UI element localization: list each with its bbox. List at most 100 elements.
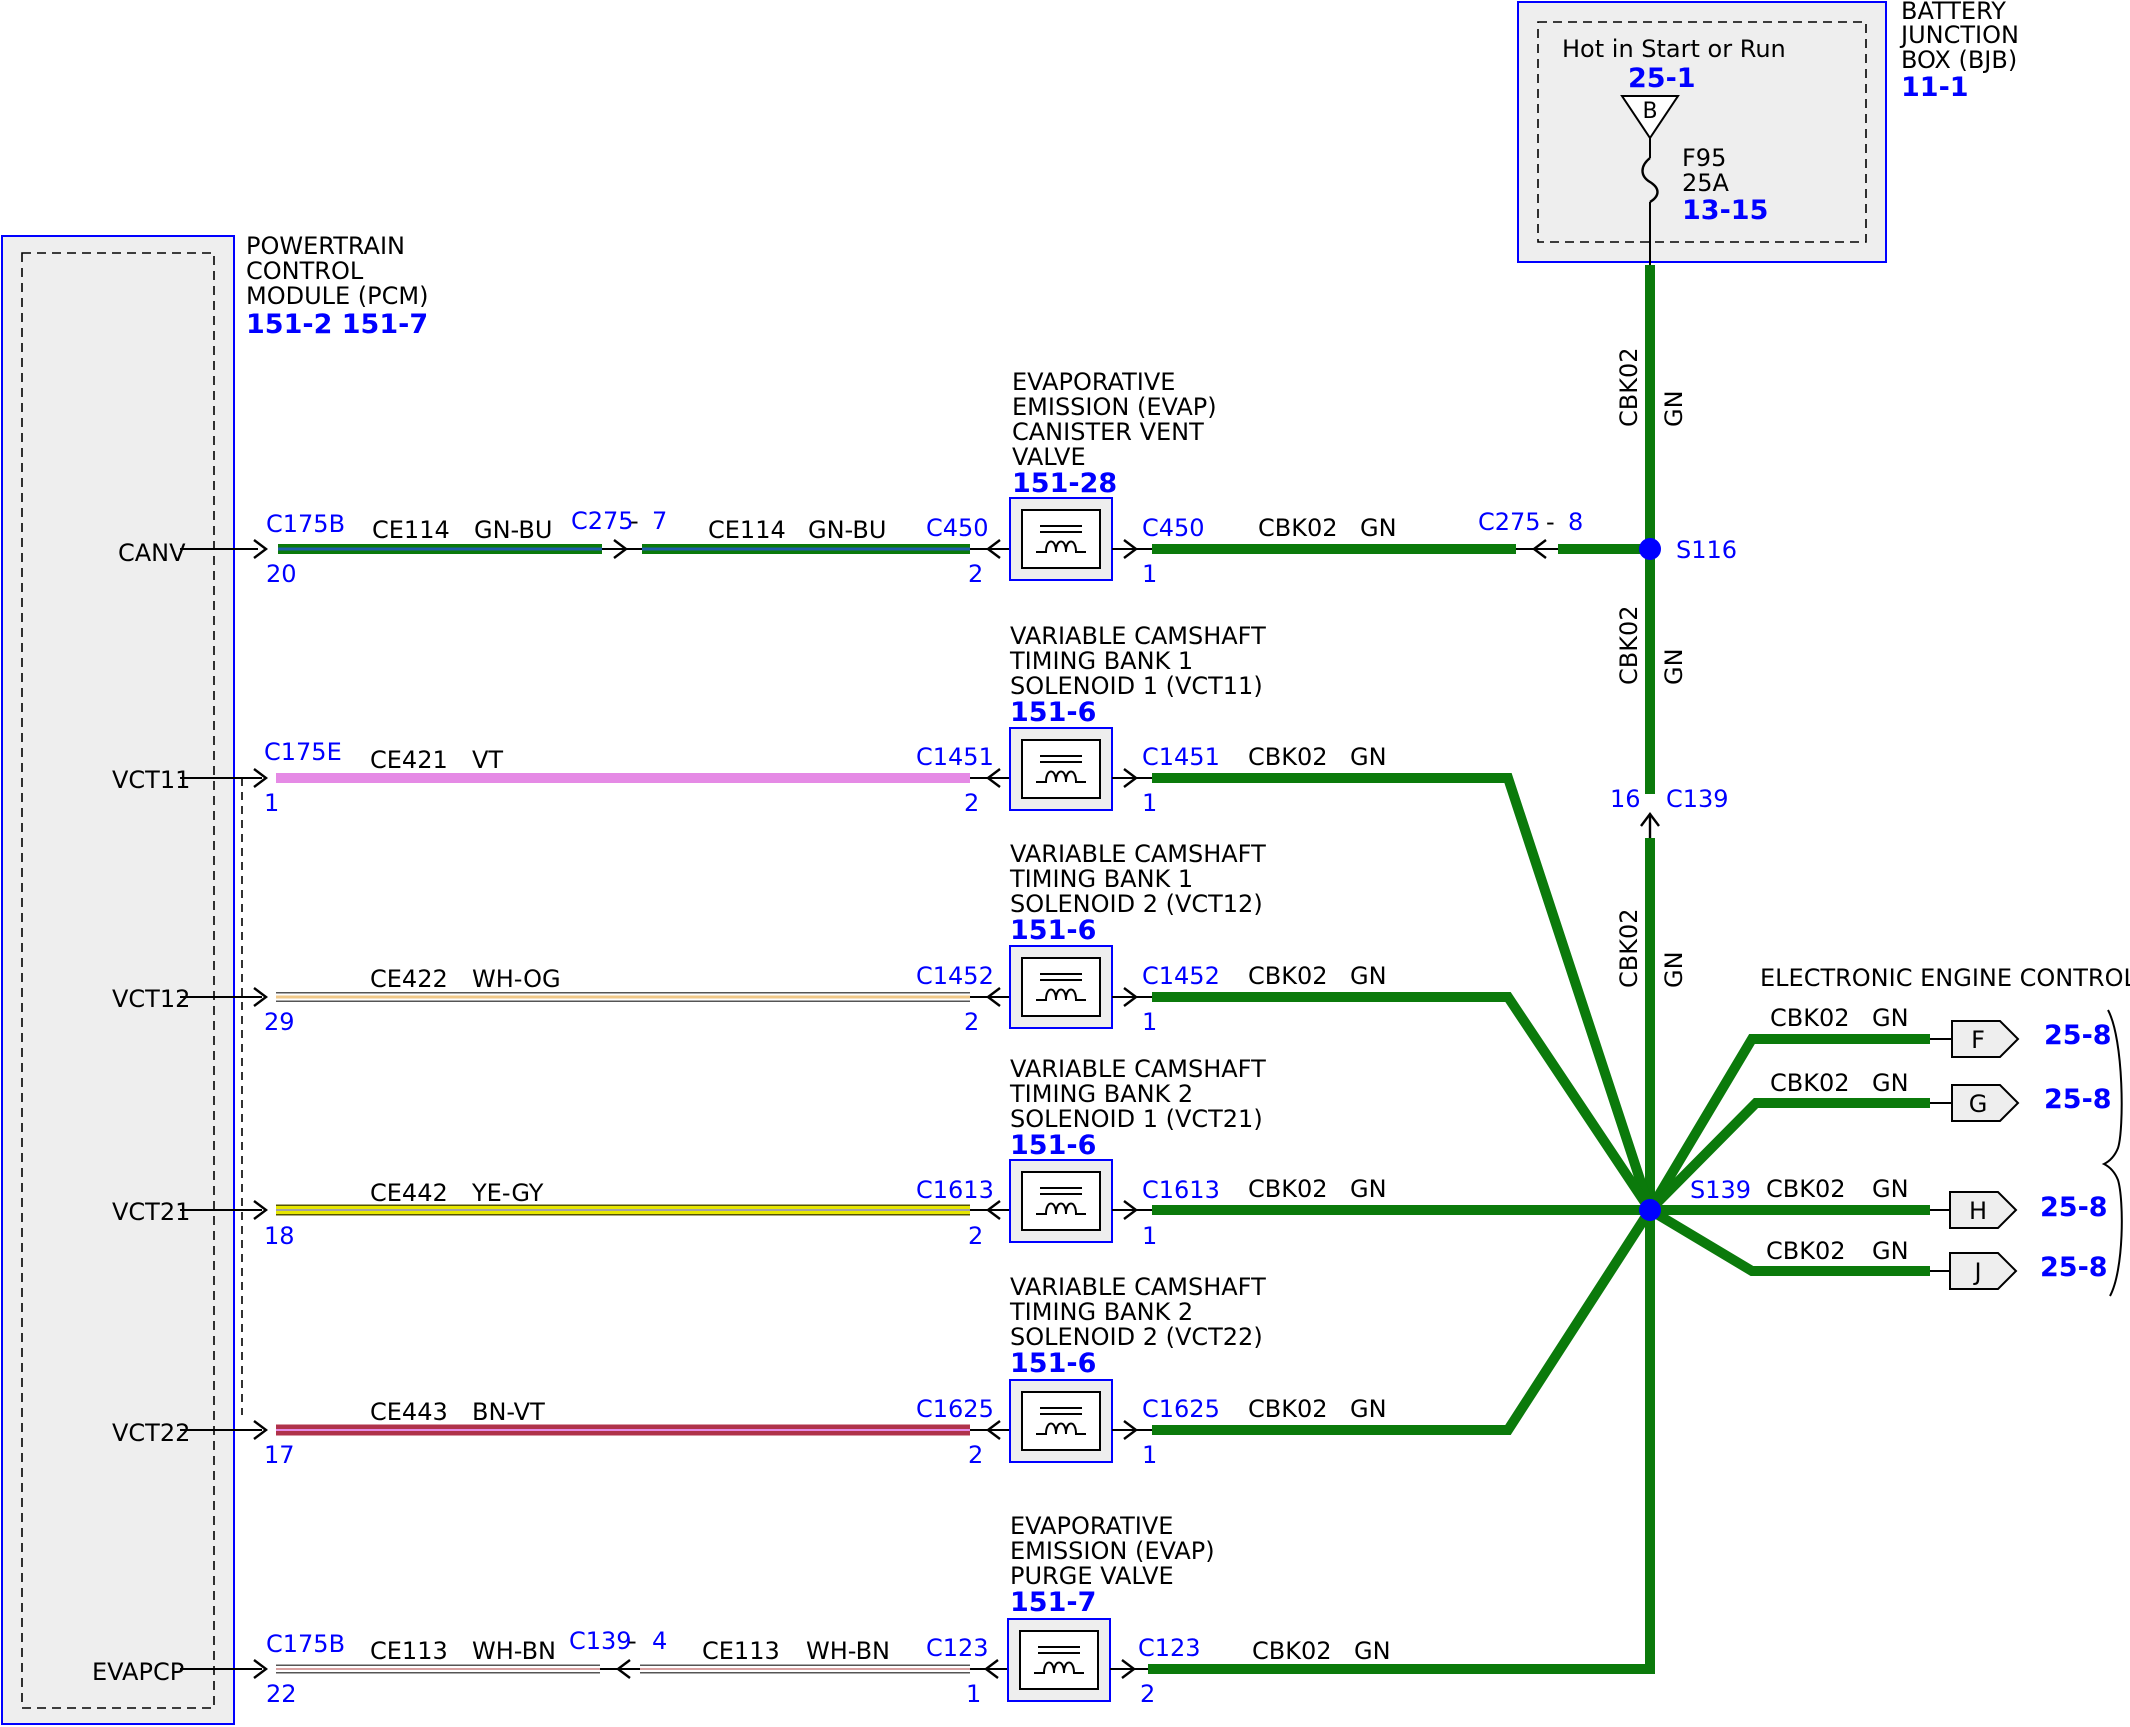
row2-device[interactable]	[1009, 727, 1113, 811]
row6-device-line-3: PURGE VALVE	[1010, 1562, 1174, 1590]
row1-dev-conn-out[interactable]: C450	[1142, 514, 1205, 542]
row4-dev-conn-out[interactable]: C1613	[1142, 1176, 1220, 1204]
row1-inline-conn[interactable]: C275	[571, 507, 634, 535]
row5-color: BN-VT	[472, 1398, 545, 1426]
row3-device-ref-link[interactable]: 151-6	[1010, 915, 1096, 946]
branch-g-ref-link[interactable]: 25-8	[2044, 1084, 2112, 1115]
row1-dev-conn-in[interactable]: C450	[926, 514, 989, 542]
branch-g-circuit: CBK02	[1770, 1069, 1850, 1097]
trunk-circuit-label-2: CBK02	[1615, 606, 1643, 686]
row3-out-circuit: CBK02	[1248, 962, 1328, 990]
pcm-box	[1, 235, 235, 1725]
row5-device-line-3: SOLENOID 2 (VCT22)	[1010, 1323, 1263, 1351]
row1-circuit2: CE114	[708, 516, 786, 544]
row4-device-line-2: TIMING BANK 2	[1009, 1080, 1193, 1108]
row6-device[interactable]	[1007, 1618, 1111, 1702]
wiring-diagram: POWERTRAIN CONTROL MODULE (PCM) 151-2 15…	[1, 0, 2130, 1725]
row6-out-circuit: CBK02	[1252, 1637, 1332, 1665]
c139-pin-label: 16	[1610, 785, 1641, 813]
fuse-ref-link[interactable]: 13-15	[1682, 195, 1768, 226]
row1-device-line-4: VALVE	[1012, 443, 1086, 471]
row1-pcm-conn[interactable]: C175B	[266, 510, 345, 538]
branch-g-color: GN	[1872, 1069, 1909, 1097]
row5-device-ref-link[interactable]: 151-6	[1010, 1348, 1096, 1379]
row1-device[interactable]	[1009, 497, 1113, 581]
row6-inline-conn[interactable]: C139	[569, 1627, 632, 1655]
branch-h-letter: H	[1969, 1197, 1987, 1225]
bus-bar-letter: B	[1642, 99, 1657, 124]
row1-device-ref-link[interactable]: 151-28	[1012, 468, 1117, 499]
row6-dev-pin-in: 1	[966, 1680, 981, 1708]
pin-label-vct22: VCT22	[112, 1419, 190, 1447]
bjb-title-line-2: JUNCTION	[1899, 21, 2019, 49]
splice-s116[interactable]	[1639, 538, 1661, 560]
branch-f-connector-icon[interactable]	[1951, 1020, 2020, 1058]
row3-dev-conn-out[interactable]: C1452	[1142, 962, 1220, 990]
row1-color: GN-BU	[474, 516, 552, 544]
bjb-ref-link[interactable]: 11-1	[1901, 72, 1969, 103]
row5-circuit: CE443	[370, 1398, 448, 1426]
row2-pcm-conn[interactable]: C175E	[264, 738, 342, 766]
row4-device-line-1: VARIABLE CAMSHAFT	[1010, 1055, 1266, 1083]
row5-dev-conn-out[interactable]: C1625	[1142, 1395, 1220, 1423]
branch-f-ref-link[interactable]: 25-8	[2044, 1020, 2112, 1051]
row3-dev-conn-in[interactable]: C1452	[916, 962, 994, 990]
row4-dev-conn-in[interactable]: C1613	[916, 1176, 994, 1204]
row4-device[interactable]	[1009, 1159, 1113, 1243]
row5-device[interactable]	[1009, 1379, 1113, 1463]
pcm-ref-link[interactable]: 151-2 151-7	[246, 309, 428, 340]
row3-device-line-2: TIMING BANK 1	[1009, 865, 1193, 893]
splice-s139[interactable]	[1639, 1199, 1661, 1221]
fuse-name: F95	[1682, 144, 1726, 172]
row3-dev-pin-in: 2	[964, 1008, 979, 1036]
trunk-color-label-3: GN	[1660, 951, 1688, 988]
row6-circuit2: CE113	[702, 1637, 780, 1665]
row5-dev-pin-out: 1	[1142, 1441, 1157, 1469]
hot-ref-link[interactable]: 25-1	[1628, 63, 1696, 94]
row6-device-line-1: EVAPORATIVE	[1010, 1512, 1173, 1540]
row6-inline-dash: -	[628, 1627, 637, 1655]
pcm-title-line-2: CONTROL	[246, 257, 364, 285]
branch-h-circuit: CBK02	[1766, 1175, 1846, 1203]
row1-inline-dash: -	[630, 507, 639, 535]
c139-conn-label[interactable]: C139	[1666, 785, 1729, 813]
row3-device[interactable]	[1009, 945, 1113, 1029]
branch-j-color: GN	[1872, 1237, 1909, 1265]
row4-device-ref-link[interactable]: 151-6	[1010, 1130, 1096, 1161]
row1-dev-pin-in: 2	[968, 560, 983, 588]
row2-device-ref-link[interactable]: 151-6	[1010, 697, 1096, 728]
row6-device-ref-link[interactable]: 151-7	[1010, 1587, 1096, 1618]
row1-dev-pin-out: 1	[1142, 560, 1157, 588]
row6-device-line-2: EMISSION (EVAP)	[1010, 1537, 1215, 1565]
row5-device-line-2: TIMING BANK 2	[1009, 1298, 1193, 1326]
row2-dev-conn-out[interactable]: C1451	[1142, 743, 1220, 771]
row6-color: WH-BN	[472, 1637, 556, 1665]
row2-dev-conn-in[interactable]: C1451	[916, 743, 994, 771]
pcm-module[interactable]	[1, 235, 235, 1725]
row4-pcm-pin: 18	[264, 1222, 295, 1250]
row1-device-line-1: EVAPORATIVE	[1012, 368, 1175, 396]
row5-out-color: GN	[1350, 1395, 1387, 1423]
row4-out-color: GN	[1350, 1175, 1387, 1203]
row3-device-line-1: VARIABLE CAMSHAFT	[1010, 840, 1266, 868]
row6-dev-pin-out: 2	[1140, 1680, 1155, 1708]
row6-pcm-conn[interactable]: C175B	[266, 1630, 345, 1658]
branch-f-circuit: CBK02	[1770, 1004, 1850, 1032]
row4-dev-pin-out: 1	[1142, 1222, 1157, 1250]
trunk-circuit-label-1: CBK02	[1615, 348, 1643, 428]
splice-s139-label: S139	[1690, 1176, 1751, 1204]
fuse-rating: 25A	[1682, 169, 1730, 197]
row1-out-inline-conn[interactable]: C275	[1478, 508, 1541, 536]
row6-out-color: GN	[1354, 1637, 1391, 1665]
branch-j-ref-link[interactable]: 25-8	[2040, 1252, 2108, 1283]
row6-dev-conn-in[interactable]: C123	[926, 1634, 989, 1662]
eec-title: ELECTRONIC ENGINE CONTROLS	[1760, 964, 2130, 992]
branch-j-connector-icon[interactable]	[1949, 1252, 2018, 1290]
row6-dev-conn-out[interactable]: C123	[1138, 1634, 1201, 1662]
trunk-color-label-2: GN	[1660, 648, 1688, 685]
row1-color2: GN-BU	[808, 516, 886, 544]
row5-dev-conn-in[interactable]: C1625	[916, 1395, 994, 1423]
branch-h-ref-link[interactable]: 25-8	[2040, 1192, 2108, 1223]
pin-label-canv: CANV	[118, 539, 186, 567]
row2-dev-pin-in: 2	[964, 789, 979, 817]
